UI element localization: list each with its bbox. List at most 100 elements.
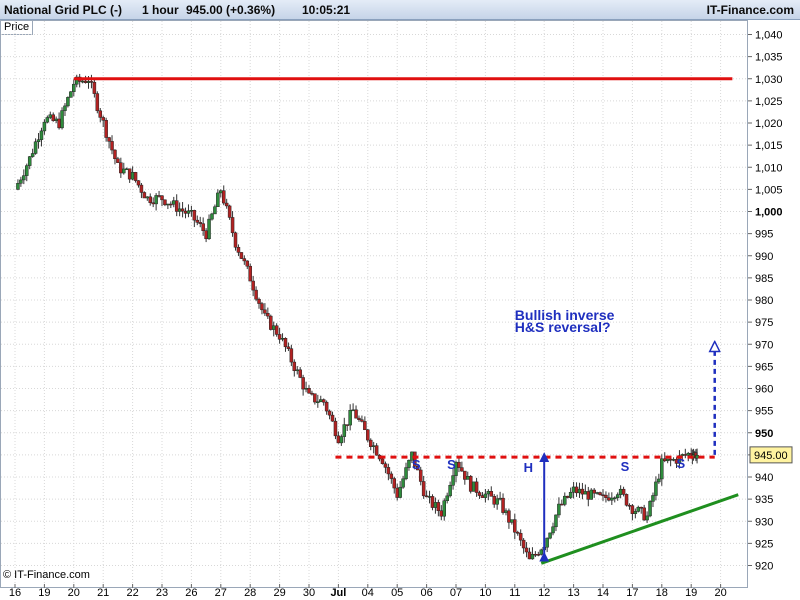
candle-up (557, 503, 561, 516)
candle-up (213, 206, 217, 215)
candle-up (342, 424, 347, 437)
candle-down (639, 506, 643, 509)
candle-up (504, 510, 508, 513)
x-tick-label: 29 (273, 587, 285, 599)
y-tick-label: 930 (755, 516, 773, 528)
candle-up (404, 467, 408, 480)
candle-up (554, 514, 558, 528)
x-tick-label: 30 (303, 587, 315, 599)
candle-down (607, 497, 611, 501)
candle-down (457, 461, 461, 468)
x-tick-label: 22 (126, 587, 138, 599)
candle-down (492, 496, 496, 505)
candle-down (439, 510, 444, 517)
x-tick-label: 18 (656, 587, 668, 599)
candle-down (195, 219, 200, 223)
candle-down (251, 280, 255, 291)
y-tick-label: 935 (755, 494, 773, 506)
x-tick-label: 26 (185, 587, 197, 599)
candle-down (621, 488, 626, 495)
candle-up (510, 519, 514, 523)
candle-down (136, 180, 141, 186)
drawn-lines-layer (73, 77, 739, 565)
candle-down (521, 539, 526, 549)
candle-up (613, 497, 617, 500)
y-tick-label: 955 (755, 406, 773, 418)
y-tick-label: 950 (755, 428, 773, 440)
candle-up (660, 458, 664, 480)
candle-down (313, 393, 317, 403)
candle-down (480, 495, 485, 498)
candle-down (383, 463, 388, 468)
candle-down (116, 158, 120, 163)
candle-down (307, 387, 311, 394)
pattern-label: S (620, 459, 630, 475)
candle-down (224, 202, 229, 207)
grid-layer (0, 20, 748, 588)
candle-up (448, 485, 452, 497)
candle-down (560, 503, 564, 506)
y-tick-label: 1,040 (755, 30, 783, 42)
candle-up (471, 481, 476, 492)
candle-up (216, 192, 220, 208)
candle-down (345, 424, 349, 426)
candle-down (624, 494, 629, 506)
candle-down (330, 414, 335, 422)
candle-down (580, 488, 585, 495)
candle-up (124, 168, 129, 171)
candle-down (257, 298, 261, 304)
candle-down (139, 184, 144, 193)
y-tick-label: 990 (755, 251, 773, 263)
candle-up (636, 506, 641, 512)
candle-down (463, 470, 467, 480)
candle-up (398, 486, 402, 498)
x-tick-label: 13 (567, 587, 579, 599)
x-tick-label: 21 (97, 587, 109, 599)
candle-down (151, 202, 155, 205)
candle-down (57, 118, 61, 129)
candle-up (551, 526, 555, 534)
x-tick-label: 14 (597, 587, 609, 599)
y-tick-label: 1,020 (755, 118, 783, 130)
candle-down (119, 162, 123, 174)
candle-down (180, 208, 185, 212)
candle-up (571, 486, 576, 493)
x-tick-label: 19 (38, 587, 50, 599)
candle-down (301, 377, 305, 390)
candle-down (110, 141, 114, 151)
candle-up (207, 218, 211, 240)
candle-up (615, 494, 620, 499)
candle-up (54, 118, 58, 121)
candle-down (236, 246, 241, 253)
candle-up (219, 190, 223, 194)
candle-down (468, 476, 473, 492)
y-tick-label: 940 (755, 472, 773, 484)
x-tick-label: 11 (509, 587, 520, 599)
candle-up (595, 492, 599, 494)
candle-up (589, 489, 593, 500)
candle-down (586, 491, 591, 500)
candle-down (366, 429, 370, 441)
candle-down (536, 554, 541, 556)
candle-up (495, 498, 499, 505)
x-tick-label: 10 (479, 587, 491, 599)
candle-down (98, 110, 103, 118)
candle-down (169, 203, 173, 206)
candle-down (242, 258, 247, 262)
y-tick-label: 920 (755, 561, 773, 573)
candle-up (548, 532, 552, 539)
y-tick-label: 1,030 (755, 74, 783, 86)
candle-down (107, 137, 111, 142)
x-tick-label: 06 (420, 587, 432, 599)
candle-up (498, 497, 502, 500)
candle-down (101, 117, 105, 121)
candle-down (95, 93, 100, 112)
y-tick-label: 1,025 (755, 96, 783, 108)
candle-up (33, 141, 38, 154)
y-tick-label: 995 (755, 229, 773, 241)
annotation-text: H&S reversal? (514, 319, 611, 336)
candle-up (451, 475, 455, 486)
candle-up (154, 195, 158, 205)
candle-up (618, 488, 623, 495)
candle-down (327, 410, 332, 416)
